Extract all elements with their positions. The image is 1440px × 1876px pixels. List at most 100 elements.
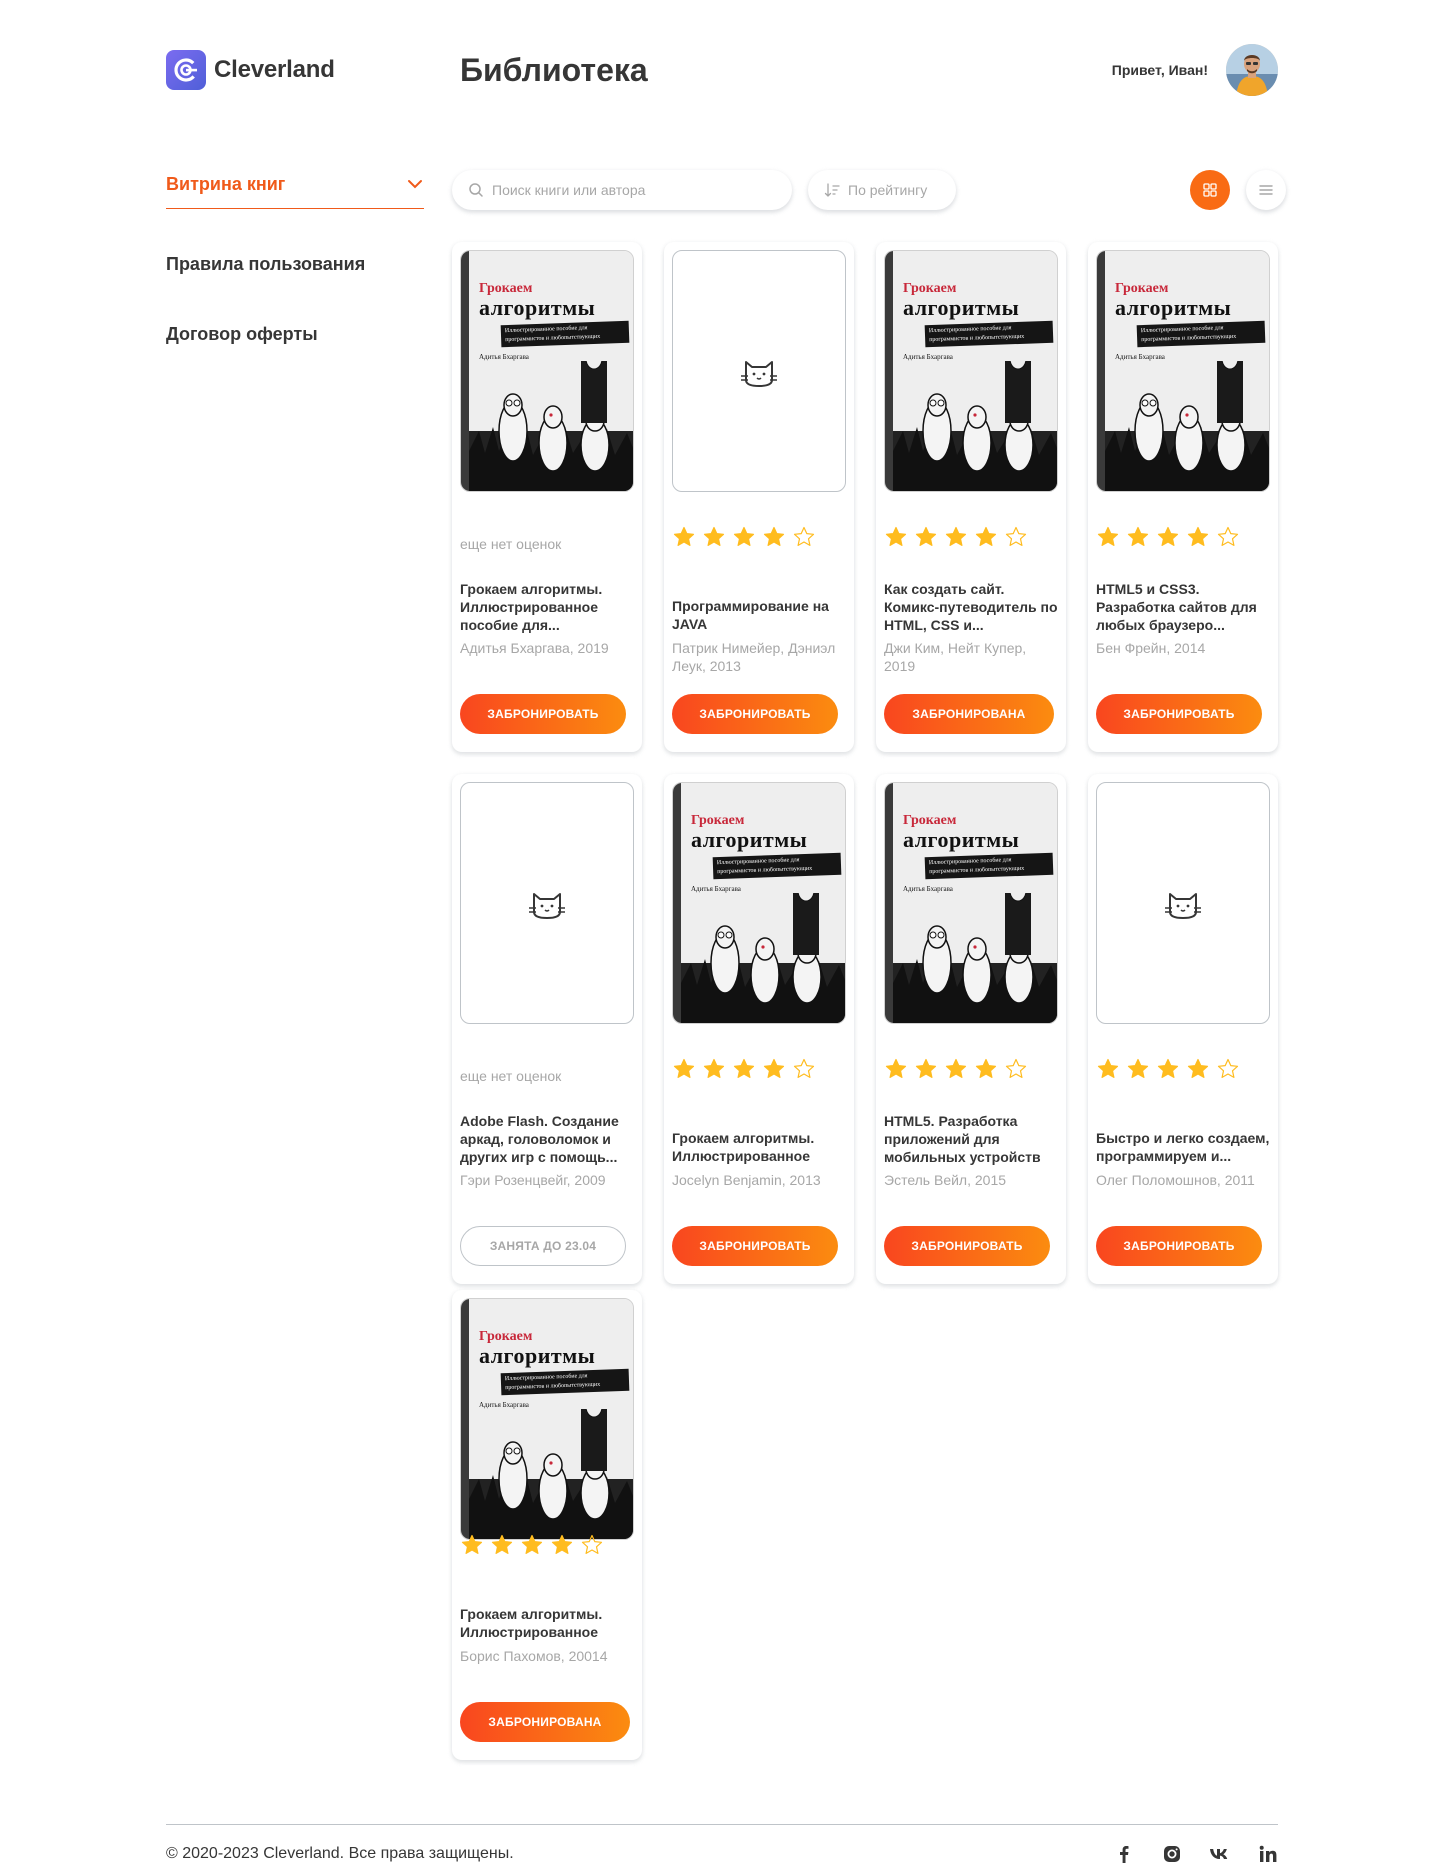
search-box[interactable] — [452, 170, 792, 210]
book-card[interactable]: Грокаем алгоритмы Иллюстрированное пособие… — [1088, 242, 1278, 752]
star-filled-icon — [1157, 1058, 1179, 1078]
book-card[interactable]: Грокаем алгоритмы Иллюстрированное пособие… — [876, 242, 1066, 752]
star-filled-icon — [763, 1058, 785, 1078]
star-filled-icon — [733, 1058, 755, 1078]
star-empty-icon — [1217, 1058, 1239, 1078]
book-title: HTML5. Разработка приложений для мобильн… — [884, 1113, 1041, 1165]
grid-icon — [1203, 183, 1217, 197]
book-card[interactable]: Грокаем алгоритмы Иллюстрированное пособие… — [452, 1290, 642, 1760]
cover-title-main: алгоритмы — [1115, 295, 1232, 320]
cover-author: Адитья Бхаргава — [903, 353, 953, 361]
book-cover-art: Грокаем алгоритмы Иллюстрированное пособие… — [885, 251, 1057, 491]
cover-title-main: алгоритмы — [903, 295, 1020, 320]
rating-stars — [1096, 1054, 1270, 1084]
user-greeting[interactable]: Привет, Иван! — [1112, 60, 1208, 80]
book-title: Как создать сайт. Комикс-путеводитель по… — [884, 581, 1058, 633]
book-author: Бен Фрейн, 2014 — [1096, 640, 1206, 656]
sidebar-item-offer[interactable]: Договор оферты — [166, 320, 318, 348]
book-action-button[interactable]: ЗАБРОНИРОВАНА — [884, 694, 1054, 734]
rating-stars — [884, 522, 1058, 552]
star-filled-icon — [461, 1534, 483, 1554]
sidebar-item-rules[interactable]: Правила пользования — [166, 250, 365, 278]
sort-icon — [824, 183, 840, 197]
book-card[interactable]: Грокаем алгоритмы Иллюстрированное пособие… — [664, 774, 854, 1284]
book-action-button[interactable]: ЗАБРОНИРОВАТЬ — [1096, 1226, 1262, 1266]
star-filled-icon — [551, 1534, 573, 1554]
star-filled-icon — [1127, 1058, 1149, 1078]
rating-stars — [672, 1054, 846, 1084]
book-author: Джи Ким, Нейт Купер, 2019 — [884, 640, 1027, 674]
star-filled-icon — [885, 526, 907, 546]
star-filled-icon — [763, 526, 785, 546]
book-action-button[interactable]: ЗАБРОНИРОВАТЬ — [672, 694, 838, 734]
book-action-button[interactable]: ЗАБРОНИРОВАТЬ — [672, 1226, 838, 1266]
star-empty-icon — [793, 1058, 815, 1078]
list-icon — [1259, 185, 1273, 195]
star-empty-icon — [1005, 1058, 1027, 1078]
sidebar-item-showcase[interactable]: Витрина книг — [166, 170, 424, 209]
book-cover-placeholder — [672, 250, 846, 492]
book-cover: Грокаем алгоритмы Иллюстрированное пособие… — [460, 250, 634, 492]
book-action-button[interactable]: ЗАБРОНИРОВАНА — [460, 1702, 630, 1742]
book-card[interactable]: Программирование на JAVA Патрик Нимейер, … — [664, 242, 854, 752]
sort-label: По рейтингу — [848, 182, 928, 198]
facebook-icon[interactable] — [1112, 1842, 1136, 1866]
book-card[interactable]: Быстро и легко создаем, программируем и.… — [1088, 774, 1278, 1284]
book-cover-art: Грокаем алгоритмы Иллюстрированное пособие… — [461, 1299, 633, 1539]
book-card[interactable]: еще нет оценок Adobe Flash. Создание арка… — [452, 774, 642, 1284]
book-title: Adobe Flash. Создание аркад, головоломок… — [460, 1113, 619, 1165]
book-card[interactable]: Грокаем алгоритмы Иллюстрированное пособие… — [876, 774, 1066, 1284]
book-author: Jocelyn Benjamin, 2013 — [672, 1172, 821, 1188]
sort-button[interactable]: По рейтингу — [808, 170, 956, 210]
rating-stars — [884, 1054, 1058, 1084]
book-cover-art: Грокаем алгоритмы Иллюстрированное пособие… — [673, 783, 845, 1023]
grid-view-button[interactable] — [1190, 170, 1230, 210]
rating-stars — [460, 1530, 634, 1560]
book-cover-art: Грокаем алгоритмы Иллюстрированное пособие… — [1097, 251, 1269, 491]
no-rating-text: еще нет оценок — [460, 1068, 562, 1084]
search-input[interactable] — [492, 182, 772, 198]
vk-icon[interactable] — [1208, 1842, 1232, 1866]
instagram-icon[interactable] — [1160, 1842, 1184, 1866]
book-cover: Грокаем алгоритмы Иллюстрированное пособие… — [460, 1298, 634, 1540]
book-title: HTML5 и CSS3. Разработка сайтов для любы… — [1096, 581, 1257, 633]
cover-subtitle: Иллюстрированное пособие для программист… — [924, 852, 1054, 880]
book-card[interactable]: Грокаем алгоритмы Иллюстрированное пособие… — [452, 242, 642, 752]
cover-subtitle: Иллюстрированное пособие для программист… — [1136, 320, 1266, 348]
book-action-button[interactable]: ЗАБРОНИРОВАТЬ — [1096, 694, 1262, 734]
cover-illustration — [893, 893, 1057, 1023]
star-filled-icon — [1097, 1058, 1119, 1078]
book-author: Эстель Вейл, 2015 — [884, 1172, 1007, 1188]
book-author: Олег Поломошнов, 2011 — [1096, 1172, 1255, 1188]
book-cover: Грокаем алгоритмы Иллюстрированное пособие… — [884, 250, 1058, 492]
book-cover: Грокаем алгоритмы Иллюстрированное пособие… — [672, 782, 846, 1024]
book-title: Грокаем алгоритмы. Иллюстрированное посо… — [460, 581, 603, 633]
book-author: Адитья Бхаргава, 2019 — [460, 640, 609, 656]
cover-subtitle: Иллюстрированное пособие для программист… — [500, 320, 630, 348]
book-action-button[interactable]: ЗАБРОНИРОВАТЬ — [884, 1226, 1050, 1266]
cover-author: Адитья Бхаргава — [479, 1401, 529, 1409]
book-cover-placeholder — [1096, 782, 1270, 1024]
star-filled-icon — [703, 1058, 725, 1078]
book-action-button[interactable]: ЗАНЯТА ДО 23.04 — [460, 1226, 626, 1266]
linkedin-icon[interactable] — [1256, 1842, 1280, 1866]
cat-placeholder-icon — [741, 361, 777, 387]
no-rating-text: еще нет оценок — [460, 536, 562, 552]
book-title: Грокаем алгоритмы. Иллюстрированное — [460, 1606, 603, 1640]
book-action-button[interactable]: ЗАБРОНИРОВАТЬ — [460, 694, 626, 734]
book-cover-placeholder — [460, 782, 634, 1024]
list-view-button[interactable] — [1246, 170, 1286, 210]
rating-stars — [672, 522, 846, 552]
logo[interactable]: Cleverland — [166, 50, 335, 90]
cover-illustration — [1105, 361, 1269, 491]
star-filled-icon — [673, 1058, 695, 1078]
book-cover-art: Грокаем алгоритмы Иллюстрированное пособие… — [885, 783, 1057, 1023]
star-filled-icon — [945, 1058, 967, 1078]
sidebar-item-label: Витрина книг — [166, 174, 286, 194]
cover-subtitle: Иллюстрированное пособие для программист… — [924, 320, 1054, 348]
cover-subtitle: Иллюстрированное пособие для программист… — [500, 1368, 630, 1396]
book-title: Грокаем алгоритмы. Иллюстрированное — [672, 1130, 815, 1164]
avatar[interactable] — [1226, 44, 1278, 96]
star-filled-icon — [703, 526, 725, 546]
star-filled-icon — [491, 1534, 513, 1554]
